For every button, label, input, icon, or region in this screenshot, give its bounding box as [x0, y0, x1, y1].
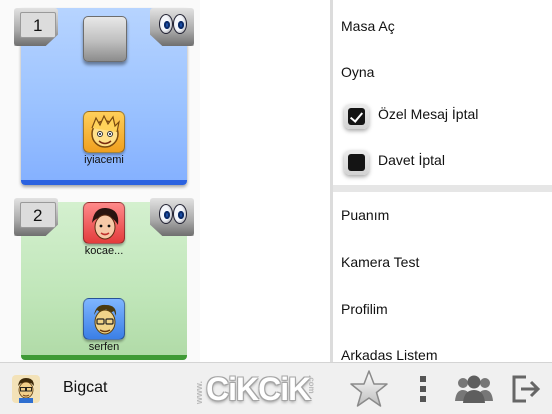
table-2-corner-left: 2 [14, 198, 58, 236]
side-menu: Masa Aç Oyna Özel Mesaj İptal Davet İpta… [333, 0, 552, 363]
menu-my-profile[interactable]: Profilim [341, 298, 388, 320]
checkbox-checked-icon[interactable] [344, 104, 369, 129]
player-name: kocae... [84, 245, 124, 257]
user-avatar-icon[interactable] [12, 375, 40, 403]
watch-eyes-icon [158, 14, 188, 36]
player-avatar-icon [83, 298, 125, 340]
menu-section-separator [333, 185, 552, 192]
bottom-bar: Bigcat www. CiKCiK .com [0, 362, 552, 414]
logo-suffix: .com [307, 375, 316, 394]
private-message-cancel-toggle[interactable]: Özel Mesaj İptal [341, 102, 541, 132]
tables-panel: 1 iyiacemi 2 kocae... serfen [0, 0, 200, 362]
player-name: serfen [88, 341, 120, 353]
menu-open-table[interactable]: Masa Aç [341, 15, 395, 37]
exit-icon[interactable] [510, 373, 542, 410]
menu-camera-test[interactable]: Kamera Test [341, 251, 419, 273]
private-message-cancel-label: Özel Mesaj İptal [378, 106, 479, 122]
invite-cancel-toggle[interactable]: Davet İptal [341, 148, 541, 178]
checkbox-unchecked-icon[interactable] [344, 150, 369, 175]
menu-my-score[interactable]: Puanım [341, 204, 389, 226]
player-name: iyiacemi [84, 154, 124, 166]
invite-cancel-label: Davet İptal [378, 152, 445, 168]
username-label: Bigcat [63, 379, 108, 396]
table-2-seat-top-player[interactable]: kocae... [74, 202, 134, 257]
star-icon[interactable] [349, 369, 389, 414]
player-avatar-icon [83, 202, 125, 244]
logo-main: CiKCiK [206, 371, 311, 407]
table-2-watch-button[interactable] [150, 198, 194, 236]
logo-prefix: www. [194, 381, 204, 405]
more-vertical-icon[interactable] [413, 374, 433, 409]
table-1-number: 1 [20, 12, 56, 38]
table-1[interactable]: 1 iyiacemi [14, 8, 194, 186]
table-2-seat-bottom-player[interactable]: serfen [74, 298, 134, 353]
table-1-corner-left: 1 [14, 8, 58, 46]
table-1-empty-seat[interactable] [83, 16, 127, 62]
player-avatar-icon [83, 111, 125, 153]
watch-eyes-icon [158, 204, 188, 226]
table-1-seat-player[interactable]: iyiacemi [74, 111, 134, 166]
table-2-number: 2 [20, 202, 56, 228]
table-1-watch-button[interactable] [150, 8, 194, 46]
cikcik-logo: www. CiKCiK .com [194, 369, 320, 409]
users-icon[interactable] [454, 373, 494, 410]
menu-play[interactable]: Oyna [341, 61, 374, 83]
table-2[interactable]: 2 kocae... serfen [14, 198, 194, 362]
